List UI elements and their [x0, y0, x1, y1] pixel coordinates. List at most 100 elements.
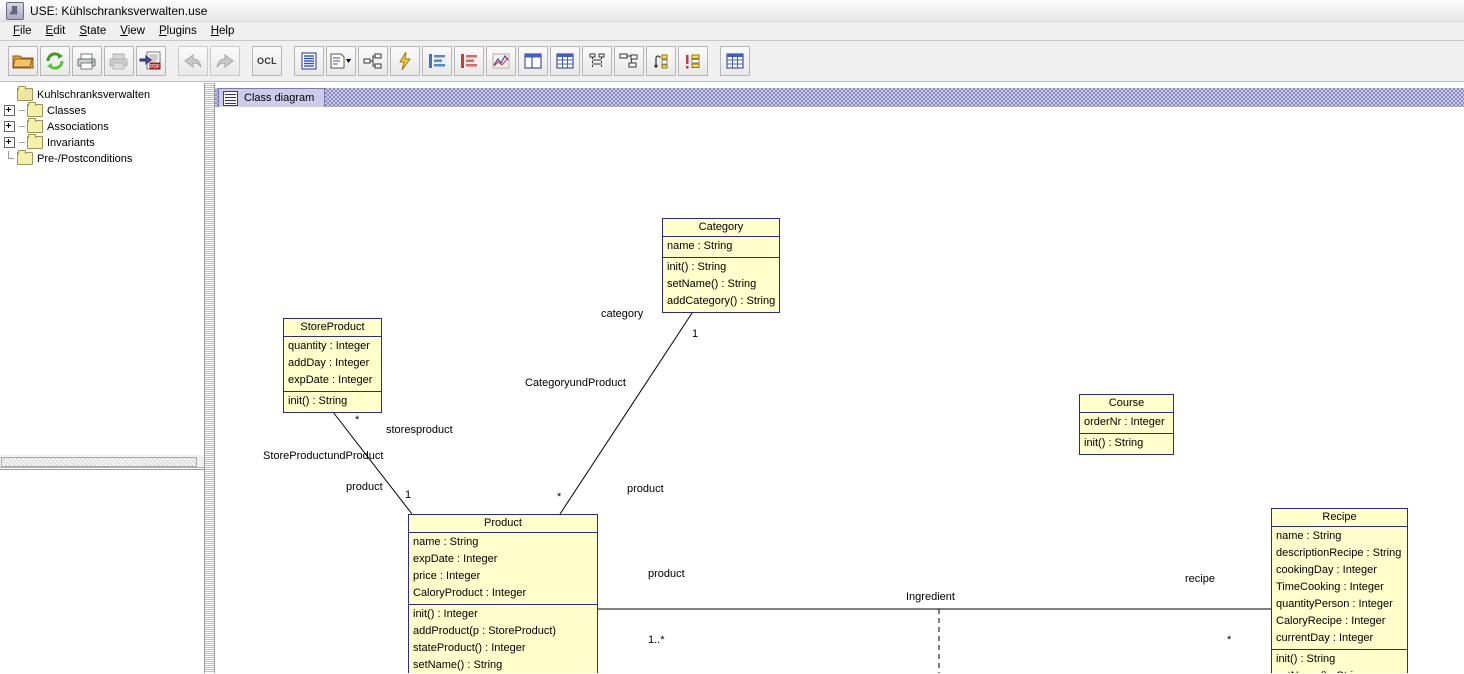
- attribute: CaloryProduct : Integer: [413, 587, 527, 599]
- open-folder-icon[interactable]: [8, 46, 38, 76]
- operation: addCategory() : String: [667, 295, 776, 307]
- class-box-category[interactable]: Category name : String init() : String s…: [662, 218, 780, 313]
- association-name-storeproductundproduct[interactable]: StoreProductundProduct: [263, 450, 383, 462]
- tree-item-pre-postconditions[interactable]: Pre-/Postconditions: [0, 150, 204, 166]
- reload-icon[interactable]: [40, 46, 70, 76]
- tree-connector: [19, 142, 25, 143]
- tree-item-root[interactable]: Kuhlschranksverwalten: [0, 86, 204, 102]
- call-stack-icon[interactable]: [646, 46, 676, 76]
- association-name-categoryundproduct[interactable]: CategoryundProduct: [525, 377, 626, 389]
- attribute: expDate : Integer: [413, 553, 498, 565]
- class-invariants-icon[interactable]: [294, 46, 324, 76]
- class-name: Course: [1080, 395, 1173, 413]
- tree-connector: [4, 151, 14, 166]
- class-box-product[interactable]: Product name : String expDate : Integer …: [408, 514, 598, 673]
- attribute: CaloryRecipe : Integer: [1276, 615, 1386, 627]
- role-label-category[interactable]: category: [601, 308, 643, 320]
- menu-state-rest: tate: [87, 25, 107, 37]
- communication-diagram-icon[interactable]: [614, 46, 644, 76]
- tab-strip: Class diagram: [215, 88, 1464, 107]
- log-panel[interactable]: [0, 469, 204, 674]
- command-list-icon[interactable]: [678, 46, 708, 76]
- class-name: Recipe: [1272, 509, 1407, 527]
- ocl-label: OCL: [257, 56, 277, 66]
- class-name: Category: [663, 219, 779, 237]
- class-box-recipe[interactable]: Recipe name : String descriptionRecipe :…: [1271, 508, 1408, 673]
- tree-label-classes: Classes: [47, 104, 87, 117]
- role-label-product-category[interactable]: product: [627, 483, 664, 495]
- tree-item-classes[interactable]: Classes: [0, 102, 204, 118]
- operation: init() : Integer: [413, 608, 478, 620]
- scrollbar-thumb[interactable]: [1, 457, 197, 467]
- tree-horizontal-scrollbar[interactable]: [0, 454, 204, 468]
- class-box-course[interactable]: Course orderNr : Integer init() : String: [1079, 394, 1174, 455]
- open-folder-icon: [17, 86, 33, 101]
- object-diagram-icon[interactable]: [358, 46, 388, 76]
- panel-view-icon[interactable]: [518, 46, 548, 76]
- table-grid-icon[interactable]: [550, 46, 580, 76]
- menu-edit-rest: dit: [53, 25, 66, 37]
- operation: setName() : String: [667, 278, 757, 290]
- attribute: addDay : Integer: [288, 357, 370, 369]
- tree-label-root: Kuhlschranksverwalten: [37, 88, 151, 101]
- menu-edit[interactable]: Edit: [39, 24, 73, 38]
- object-properties-icon[interactable]: [454, 46, 484, 76]
- multiplicity-product-end-1: 1: [405, 489, 412, 501]
- operation: addProduct(p : StoreProduct): [413, 625, 557, 637]
- window-title: USE: Kühlschranksverwalten.use: [30, 3, 208, 18]
- attribute: orderNr : Integer: [1084, 416, 1165, 428]
- class-diagram-icon[interactable]: [326, 46, 356, 76]
- menu-plugins[interactable]: Plugins: [152, 24, 204, 38]
- folder-icon: [17, 150, 33, 165]
- operation: setName() : String: [1272, 668, 1407, 673]
- class-diagram-canvas[interactable]: Category name : String init() : String s…: [215, 107, 1464, 673]
- role-label-recipe[interactable]: recipe: [1185, 573, 1215, 585]
- tree-expander-invariants[interactable]: [4, 137, 15, 148]
- class-box-storeproduct[interactable]: StoreProduct quantity : Integer addDay :…: [283, 318, 382, 413]
- menu-help[interactable]: Help: [204, 24, 242, 38]
- undo-arrow-icon: [178, 46, 208, 76]
- printer-icon[interactable]: [72, 46, 102, 76]
- menu-view[interactable]: View: [113, 24, 152, 38]
- association-name-ingredient[interactable]: Ingredient: [906, 591, 955, 603]
- role-label-product-storeproduct[interactable]: product: [346, 481, 383, 493]
- role-label-storesproduct[interactable]: storesproduct: [386, 424, 453, 436]
- role-label-product-recipe[interactable]: product: [648, 568, 685, 580]
- attribute: quantity : Integer: [288, 340, 370, 352]
- multiplicity-product-end-3: 1..*: [648, 634, 665, 646]
- operation: init() : String: [288, 395, 348, 407]
- tree-expander-associations[interactable]: [4, 121, 15, 132]
- lightning-icon[interactable]: [390, 46, 420, 76]
- main-area: Kuhlschranksverwalten Classes Associatio…: [0, 83, 1464, 674]
- attribute-compartment: name : String: [663, 237, 779, 258]
- tree-item-invariants[interactable]: Invariants: [0, 134, 204, 150]
- pane-splitter[interactable]: [205, 83, 215, 673]
- attribute: currentDay : Integer: [1276, 632, 1374, 644]
- operation: init() : String: [1276, 653, 1336, 665]
- table-grid-icon-2[interactable]: [720, 46, 750, 76]
- folder-icon: [27, 102, 43, 117]
- attribute: name : String: [667, 240, 733, 252]
- tree-item-associations[interactable]: Associations: [0, 118, 204, 134]
- menu-file-rest: ile: [20, 25, 32, 37]
- ocl-text-icon[interactable]: OCL: [252, 46, 282, 76]
- class-extent-icon[interactable]: [422, 46, 452, 76]
- sequence-diagram-icon[interactable]: [582, 46, 612, 76]
- tree-connector: [19, 126, 25, 127]
- line-chart-icon[interactable]: [486, 46, 516, 76]
- attribute: descriptionRecipe : String: [1276, 547, 1402, 559]
- tab-label: Class diagram: [244, 92, 315, 104]
- menu-plugins-rest: lugins: [166, 25, 197, 37]
- menu-state[interactable]: State: [72, 24, 113, 38]
- model-tree[interactable]: Kuhlschranksverwalten Classes Associatio…: [0, 83, 204, 454]
- attribute: TimeCooking : Integer: [1276, 581, 1384, 593]
- operation: stateProduct() : Integer: [413, 642, 526, 654]
- menu-file[interactable]: File: [6, 24, 39, 38]
- menu-help-rest: elp: [219, 25, 235, 37]
- tab-class-diagram[interactable]: Class diagram: [218, 88, 326, 107]
- svg-text:PDF: PDF: [150, 64, 160, 70]
- multiplicity-category-end: 1: [692, 328, 699, 340]
- multiplicity-recipe-end: *: [1227, 634, 1232, 646]
- tree-expander-classes[interactable]: [4, 105, 15, 116]
- export-pdf-icon[interactable]: PDF: [136, 46, 166, 76]
